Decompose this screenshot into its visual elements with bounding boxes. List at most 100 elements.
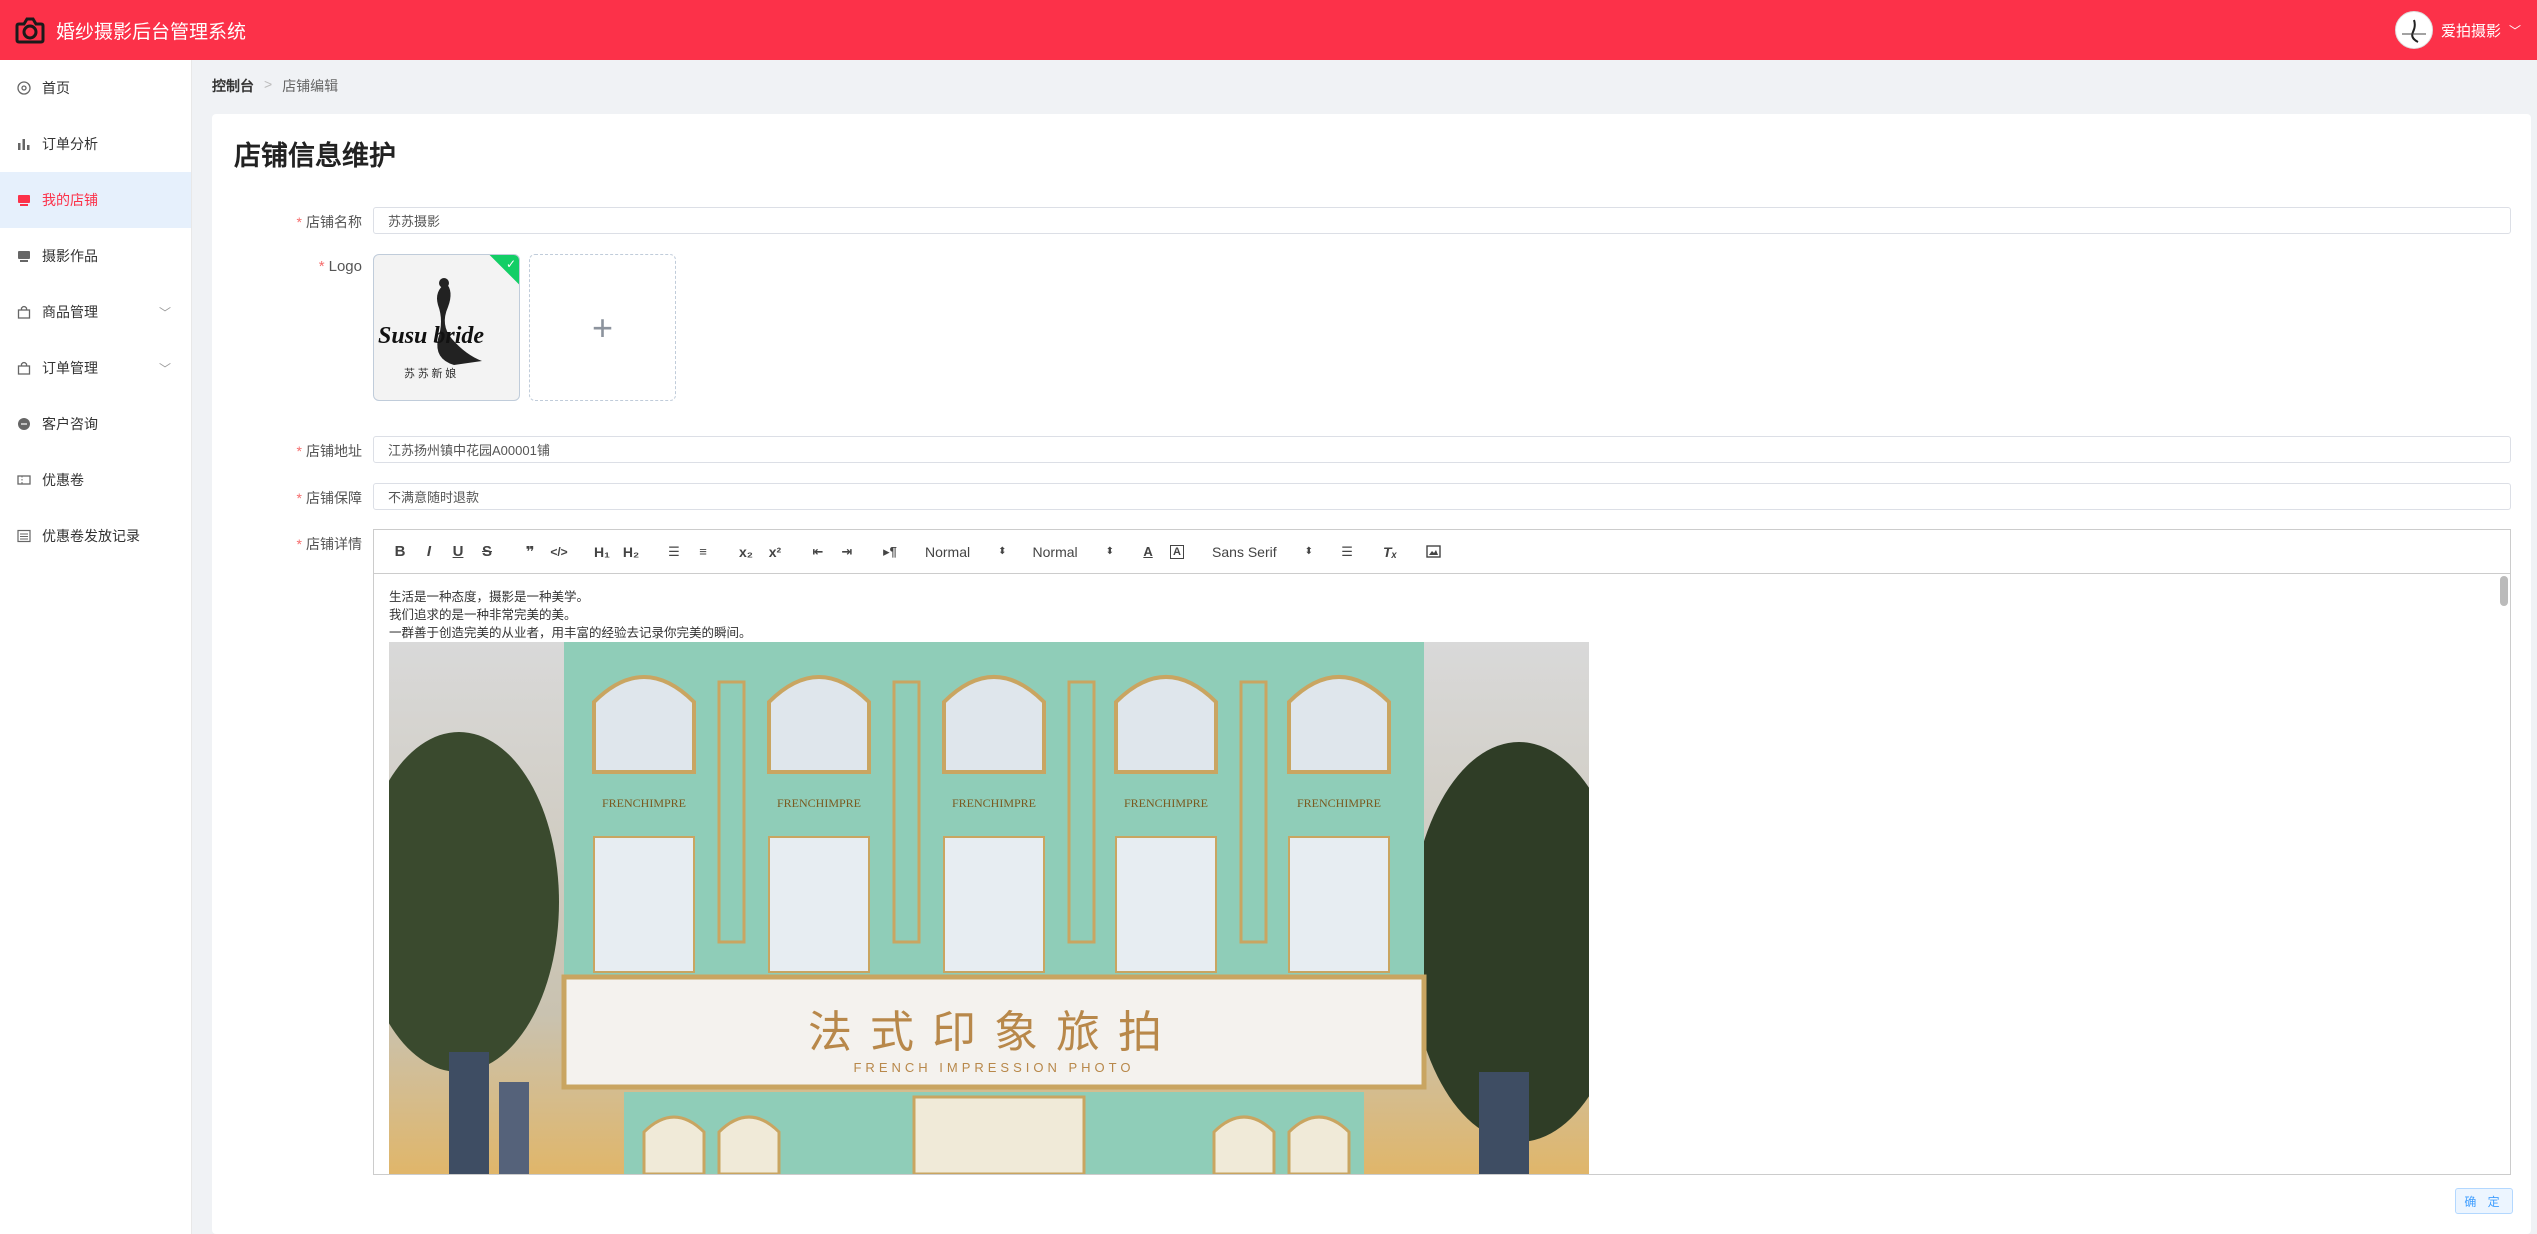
sidebar-item-order-analysis[interactable]: 订单分析 (0, 116, 191, 172)
clear-format-icon[interactable]: Tₓ (1376, 538, 1404, 566)
breadcrumb: 控制台 > 店铺编辑 (212, 76, 338, 96)
font-color-icon[interactable]: A (1134, 538, 1162, 566)
outdent-icon[interactable]: ⇤ (804, 538, 832, 566)
plus-icon: + (591, 306, 614, 348)
sidebar-item-label: 摄影作品 (42, 248, 98, 264)
bar-chart-icon (16, 136, 32, 152)
select-arrows-icon: ⬍ (1304, 546, 1314, 557)
window-label: FRENCHIMPRE (1124, 796, 1208, 810)
select-arrows-icon: ⬍ (998, 546, 1007, 557)
photo-icon (16, 248, 32, 264)
h2-button[interactable]: H₂ (617, 538, 645, 566)
background-color-icon[interactable]: A (1163, 538, 1191, 566)
sidebar-item-coupon-records[interactable]: 优惠卷发放记录 (0, 508, 191, 564)
sidebar-item-label: 我的店铺 (42, 192, 98, 208)
header-select[interactable]: Normal ⬍ (919, 538, 1013, 566)
avatar[interactable] (2394, 11, 2433, 49)
italic-button[interactable]: I (415, 538, 443, 566)
main-card: 店铺信息维护 * 店铺名称 苏苏摄影 * Logo Susu bride 苏 苏 新… (212, 114, 2531, 1234)
window-label: FRENCHIMPRE (777, 796, 861, 810)
breadcrumb-current: 店铺编辑 (282, 78, 339, 94)
check-icon: ✓ (505, 257, 516, 271)
align-icon[interactable]: ☰ (1333, 538, 1361, 566)
editor-line: 一群善于创造完美的从业者，用丰富的经验去记录你完美的瞬间。 (389, 626, 752, 640)
breadcrumb-separator: > (264, 76, 273, 92)
breadcrumb-root[interactable]: 控制台 (212, 76, 254, 96)
blockquote-button[interactable]: ❞ (516, 538, 544, 566)
shop-icon (16, 192, 32, 208)
text-direction-icon[interactable]: ▸¶ (876, 538, 904, 566)
editor-line: 生活是一种态度，摄影是一种美学。 (389, 590, 590, 604)
editor-line: 我们追求的是一种非常完美的美。 (389, 608, 577, 622)
logo-label: * Logo (318, 258, 362, 275)
sidebar-item-coupons[interactable]: 优惠卷 (0, 452, 191, 508)
sign-chinese: 法式印象旅拍 (808, 1007, 1180, 1058)
sidebar-item-label: 商品管理 (42, 304, 98, 320)
subscript-button[interactable]: x₂ (732, 538, 760, 566)
sidebar-item-label: 优惠卷发放记录 (42, 528, 140, 544)
ordered-list-icon[interactable]: ☰ (660, 538, 688, 566)
indent-icon[interactable]: ⇥ (833, 538, 861, 566)
superscript-button[interactable]: x² (761, 538, 789, 566)
sidebar-item-label: 客户咨询 (42, 416, 98, 432)
list-icon (16, 528, 32, 544)
top-bar: 婚纱摄影后台管理系统 爱拍摄影 ﹀ (0, 0, 2537, 60)
sidebar-item-label: 首页 (42, 80, 70, 96)
sidebar-item-my-shop[interactable]: 我的店铺 (0, 172, 191, 228)
editor-content[interactable]: 生活是一种态度，摄影是一种美学。 我们追求的是一种非常完美的美。 一群善于创造完… (374, 574, 2510, 1174)
window-label: FRENCHIMPRE (1297, 796, 1381, 810)
shop-detail-label: * 店铺详情 (296, 536, 362, 552)
window-label: FRENCHIMPRE (952, 796, 1036, 810)
code-block-button[interactable]: </> (545, 538, 573, 566)
shop-name-input[interactable]: 苏苏摄影 (373, 207, 2511, 234)
logo-image: Susu bride 苏 苏 新 娘 (378, 278, 484, 380)
chevron-down-icon: ﹀ (158, 306, 171, 320)
editor-scrollbar[interactable] (2500, 576, 2508, 606)
window-label: FRENCHIMPRE (602, 796, 686, 810)
sign-english: FRENCH IMPRESSION PHOTO (853, 1060, 1134, 1075)
submit-button[interactable]: 确 定 (2455, 1188, 2513, 1214)
user-name[interactable]: 爱拍摄影 (2441, 20, 2501, 41)
sidebar-item-label: 订单分析 (42, 136, 98, 152)
user-menu[interactable]: 爱拍摄影 ﹀ (2394, 0, 2521, 60)
bullet-list-icon[interactable]: ≡ (689, 538, 717, 566)
bag-icon (16, 360, 32, 376)
logo-preview[interactable]: Susu bride 苏 苏 新 娘 ✓ (373, 254, 520, 401)
shop-guarantee-input[interactable]: 不满意随时退款 (373, 483, 2511, 510)
sidebar-item-label: 优惠卷 (42, 472, 84, 488)
bag-icon (16, 304, 32, 320)
chevron-down-icon: ﹀ (158, 362, 171, 376)
upload-add-button[interactable]: + (529, 254, 676, 401)
strike-button[interactable]: S (473, 538, 501, 566)
sidebar-item-photo-works[interactable]: 摄影作品 (0, 228, 191, 284)
h1-button[interactable]: H₁ (588, 538, 616, 566)
shop-address-input[interactable]: 江苏扬州镇中花园A00001铺 (373, 436, 2511, 463)
sidebar-item-home[interactable]: 首页 (0, 60, 191, 116)
logo-subtext: 苏 苏 新 娘 (404, 366, 456, 380)
sidebar-item-product-management[interactable]: 商品管理 ﹀ (0, 284, 191, 340)
editor-toolbar: B I U S ❞ </> H₁ H₂ ☰ ≡ x₂ x² ⇤ ⇥ ▸¶ Nor… (374, 530, 2510, 574)
camera-logo-icon (14, 14, 46, 46)
shop-name-label: * 店铺名称 (296, 214, 362, 230)
sidebar-item-customer-consult[interactable]: 客户咨询 (0, 396, 191, 452)
sidebar-item-order-management[interactable]: 订单管理 ﹀ (0, 340, 191, 396)
underline-button[interactable]: U (444, 538, 472, 566)
logo-text: Susu bride (378, 323, 484, 349)
app-title: 婚纱摄影后台管理系统 (56, 21, 247, 43)
font-select[interactable]: Sans Serif ⬍ (1206, 538, 1319, 566)
sidebar-item-label: 订单管理 (42, 360, 98, 376)
image-icon[interactable] (1419, 538, 1447, 566)
chat-icon (16, 416, 32, 432)
select-arrows-icon: ⬍ (1105, 546, 1115, 557)
size-select[interactable]: Normal ⬍ (1027, 538, 1121, 566)
storefront-image: FRENCHIMPRE FRENCHIMPRE FRENCHIMPRE FREN… (389, 642, 1589, 1174)
shop-address-label: * 店铺地址 (296, 443, 362, 459)
sidebar: 首页 订单分析 我的店铺 摄影作品 商品管理 ﹀ 订单管理 ﹀ 客户咨询 优惠卷… (0, 60, 192, 1234)
chevron-down-icon[interactable]: ﹀ (2509, 22, 2521, 39)
bold-button[interactable]: B (386, 538, 414, 566)
page-title: 店铺信息维护 (234, 141, 396, 171)
home-icon (16, 80, 32, 96)
shop-guarantee-label: * 店铺保障 (296, 490, 362, 506)
rich-text-editor[interactable]: B I U S ❞ </> H₁ H₂ ☰ ≡ x₂ x² ⇤ ⇥ ▸¶ Nor… (373, 529, 2511, 1175)
ticket-icon (16, 472, 32, 488)
